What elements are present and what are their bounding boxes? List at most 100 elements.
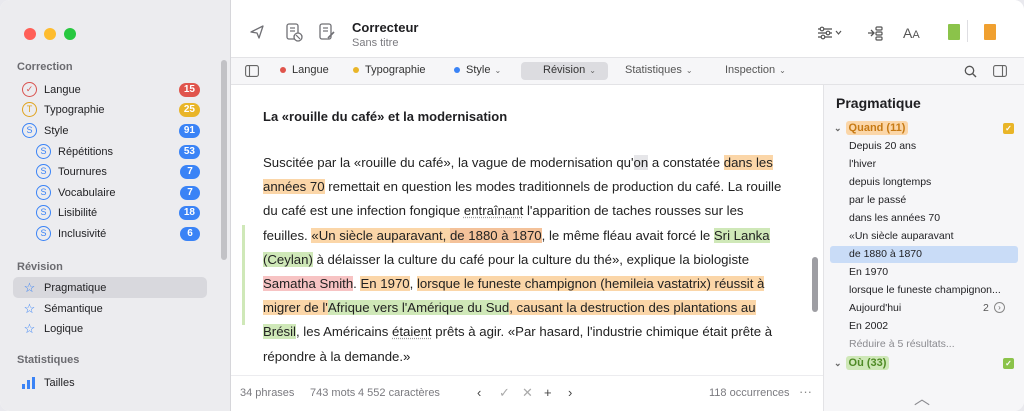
insert-list-icon[interactable] xyxy=(867,25,885,41)
panel-list-item[interactable]: En 2002 xyxy=(849,320,1014,332)
panel-list-item[interactable]: dans les années 70 xyxy=(849,212,1014,224)
star-icon: ☆ xyxy=(23,279,36,295)
panel-list-item-selected[interactable]: de 1880 à 1870 xyxy=(849,248,1014,260)
document-scrollbar[interactable] xyxy=(812,257,818,312)
sidebar-item-vocabulaire[interactable]: S Vocabulaire 7 xyxy=(36,183,200,202)
document-ignore-icon[interactable] xyxy=(285,22,303,42)
sidebar-item-typographie[interactable]: T Typographie 25 xyxy=(22,100,200,119)
style-s-icon: S xyxy=(36,226,51,241)
highlighted-segment[interactable]: on xyxy=(633,155,649,170)
highlighted-segment[interactable]: Samatha Smith xyxy=(263,276,354,292)
reject-x-icon[interactable]: ✕ xyxy=(522,385,533,401)
filter-style[interactable]: Style ⌄ xyxy=(454,64,501,76)
highlighted-segment[interactable]: de 1880 à 1870 xyxy=(449,227,542,243)
panel-list-item[interactable]: lorsque le funeste champignon... xyxy=(849,284,1014,296)
chevron-up-icon[interactable]: ︿ xyxy=(914,385,930,409)
sidebar-scrollbar[interactable] xyxy=(221,60,227,260)
send-icon[interactable] xyxy=(249,24,265,40)
checkbox-checked-icon[interactable]: ✓ xyxy=(1003,122,1014,134)
sidebar-item-label: Langue xyxy=(44,83,81,96)
sidebar-section-correction: Correction xyxy=(17,61,73,73)
next-icon[interactable]: › xyxy=(568,385,572,400)
sidebar-item-label: Sémantique xyxy=(44,302,103,315)
app-window: Correction ✓ Langue 15 T Typographie 25 … xyxy=(0,0,1024,411)
sidebar-item-logique[interactable]: ☆ Logique xyxy=(22,319,200,338)
filter-statistiques[interactable]: Statistiques ⌄ xyxy=(625,64,693,76)
panel-title: Pragmatique xyxy=(836,95,921,111)
status-bar: 34 phrases 743 mots 4 552 caractères ‹ ✓… xyxy=(231,375,823,411)
highlighted-segment[interactable]: vers l'Amérique du Sud xyxy=(369,300,510,316)
font-size-icon[interactable]: AA xyxy=(903,25,920,41)
filter-typographie[interactable]: Typographie xyxy=(353,64,426,76)
sidebar-toggle-icon[interactable] xyxy=(245,65,259,77)
inspector-toggle-icon[interactable] xyxy=(993,65,1007,77)
previous-icon[interactable]: ‹ xyxy=(477,385,481,400)
filter-label: Typographie xyxy=(365,64,426,76)
sidebar-item-pragmatique[interactable]: ☆ Pragmatique xyxy=(22,278,200,297)
highlighted-segment[interactable]: étaient xyxy=(392,324,432,339)
chevron-down-icon: ⌄ xyxy=(834,122,842,133)
filter-inspection[interactable]: Inspection ⌄ xyxy=(725,64,786,76)
blue-dot-icon xyxy=(454,67,460,73)
text-segment: à délaisser la culture du café pour la c… xyxy=(312,251,750,267)
green-book-icon[interactable] xyxy=(948,24,960,40)
panel-list-item[interactable]: depuis longtemps xyxy=(849,176,1014,188)
group-label: Quand (11) xyxy=(845,121,909,135)
sidebar-item-lisibilite[interactable]: S Lisibilité 18 xyxy=(36,203,200,222)
character-count: 4 552 caractères xyxy=(358,387,440,399)
document-heading: La «rouille du café» et la modernisation xyxy=(263,109,508,124)
checkbox-checked-icon[interactable]: ✓ xyxy=(1003,357,1014,369)
highlighted-segment[interactable]: «Un siècle auparavant, xyxy=(311,227,450,243)
panel-list-item[interactable]: par le passé xyxy=(849,194,1014,206)
sidebar-item-tailles[interactable]: Tailles xyxy=(22,373,200,392)
document-editor[interactable]: La «rouille du café» et la modernisation… xyxy=(231,85,823,375)
highlighted-segment[interactable]: Brésil xyxy=(263,324,296,340)
document-paragraph[interactable]: Suscitée par la «rouille du café», la va… xyxy=(263,151,783,369)
sidebar-item-label: Tailles xyxy=(44,376,75,389)
more-ellipsis-icon[interactable]: ··· xyxy=(799,384,812,399)
chevron-down-icon: ⌄ xyxy=(779,65,786,75)
count-badge: 53 xyxy=(178,144,200,159)
panel-list-item[interactable]: Aujourd'hui xyxy=(849,302,989,314)
search-icon[interactable] xyxy=(964,65,977,78)
sidebar-item-repetitions[interactable]: S Répétitions 53 xyxy=(36,142,200,161)
sidebar-item-inclusivite[interactable]: S Inclusivité 6 xyxy=(36,224,200,243)
document-edit-icon[interactable] xyxy=(318,22,336,42)
sidebar-item-label: Lisibilité xyxy=(58,206,98,219)
close-window-button[interactable] xyxy=(24,28,36,40)
text-segment: , le même fléau avait forcé le xyxy=(541,227,714,243)
sidebar-item-semantique[interactable]: ☆ Sémantique xyxy=(22,299,200,318)
sidebar-item-tournures[interactable]: S Tournures 7 xyxy=(36,162,200,181)
text-segment: Suscitée par la «rouille du café», la va… xyxy=(263,155,634,170)
group-quand[interactable]: ⌄ Quand (11) ✓ xyxy=(834,121,1014,135)
panel-list-item[interactable]: «Un siècle auparavant xyxy=(849,230,1014,242)
toolbar: Correcteur Sans titre AA xyxy=(231,0,1024,58)
sidebar-item-style[interactable]: S Style 91 xyxy=(22,121,200,140)
reduce-results-link[interactable]: Réduire à 5 résultats... xyxy=(849,338,1014,350)
window-subtitle: Sans titre xyxy=(352,37,399,49)
sliders-menu-icon[interactable] xyxy=(817,26,843,40)
highlighted-segment[interactable]: Afrique xyxy=(327,300,370,316)
text-segment: a constatée xyxy=(648,155,724,170)
minimize-window-button[interactable] xyxy=(44,28,56,40)
panel-list-item[interactable]: En 1970 xyxy=(849,266,1014,278)
panel-list-item[interactable]: l'hiver xyxy=(849,158,1014,170)
highlighted-segment[interactable]: entraînant xyxy=(464,203,523,218)
filter-langue[interactable]: Langue xyxy=(280,64,329,76)
count-badge: 15 xyxy=(178,82,200,97)
sidebar-item-langue[interactable]: ✓ Langue 15 xyxy=(22,80,200,99)
sidebar-item-label: Pragmatique xyxy=(44,281,107,294)
highlighted-segment[interactable]: En 1970 xyxy=(360,276,410,292)
zoom-window-button[interactable] xyxy=(64,28,76,40)
panel-list-item[interactable]: Depuis 20 ans xyxy=(849,140,1014,152)
arrow-circle-icon[interactable]: › xyxy=(994,302,1005,313)
group-ou[interactable]: ⌄ Où (33) ✓ xyxy=(834,356,1014,370)
filter-revision[interactable]: Révision ⌄ xyxy=(543,64,596,76)
orange-book-icon[interactable] xyxy=(984,24,996,40)
highlighted-segment[interactable]: , causant la destruction des plantations… xyxy=(509,300,756,316)
add-plus-icon[interactable]: + xyxy=(544,385,552,400)
accept-check-icon[interactable]: ✓ xyxy=(499,385,510,401)
filter-bar: Langue Typographie Style ⌄ Révision ⌄ St… xyxy=(231,58,1024,85)
group-label: Où (33) xyxy=(845,356,890,370)
red-dot-icon xyxy=(280,67,286,73)
